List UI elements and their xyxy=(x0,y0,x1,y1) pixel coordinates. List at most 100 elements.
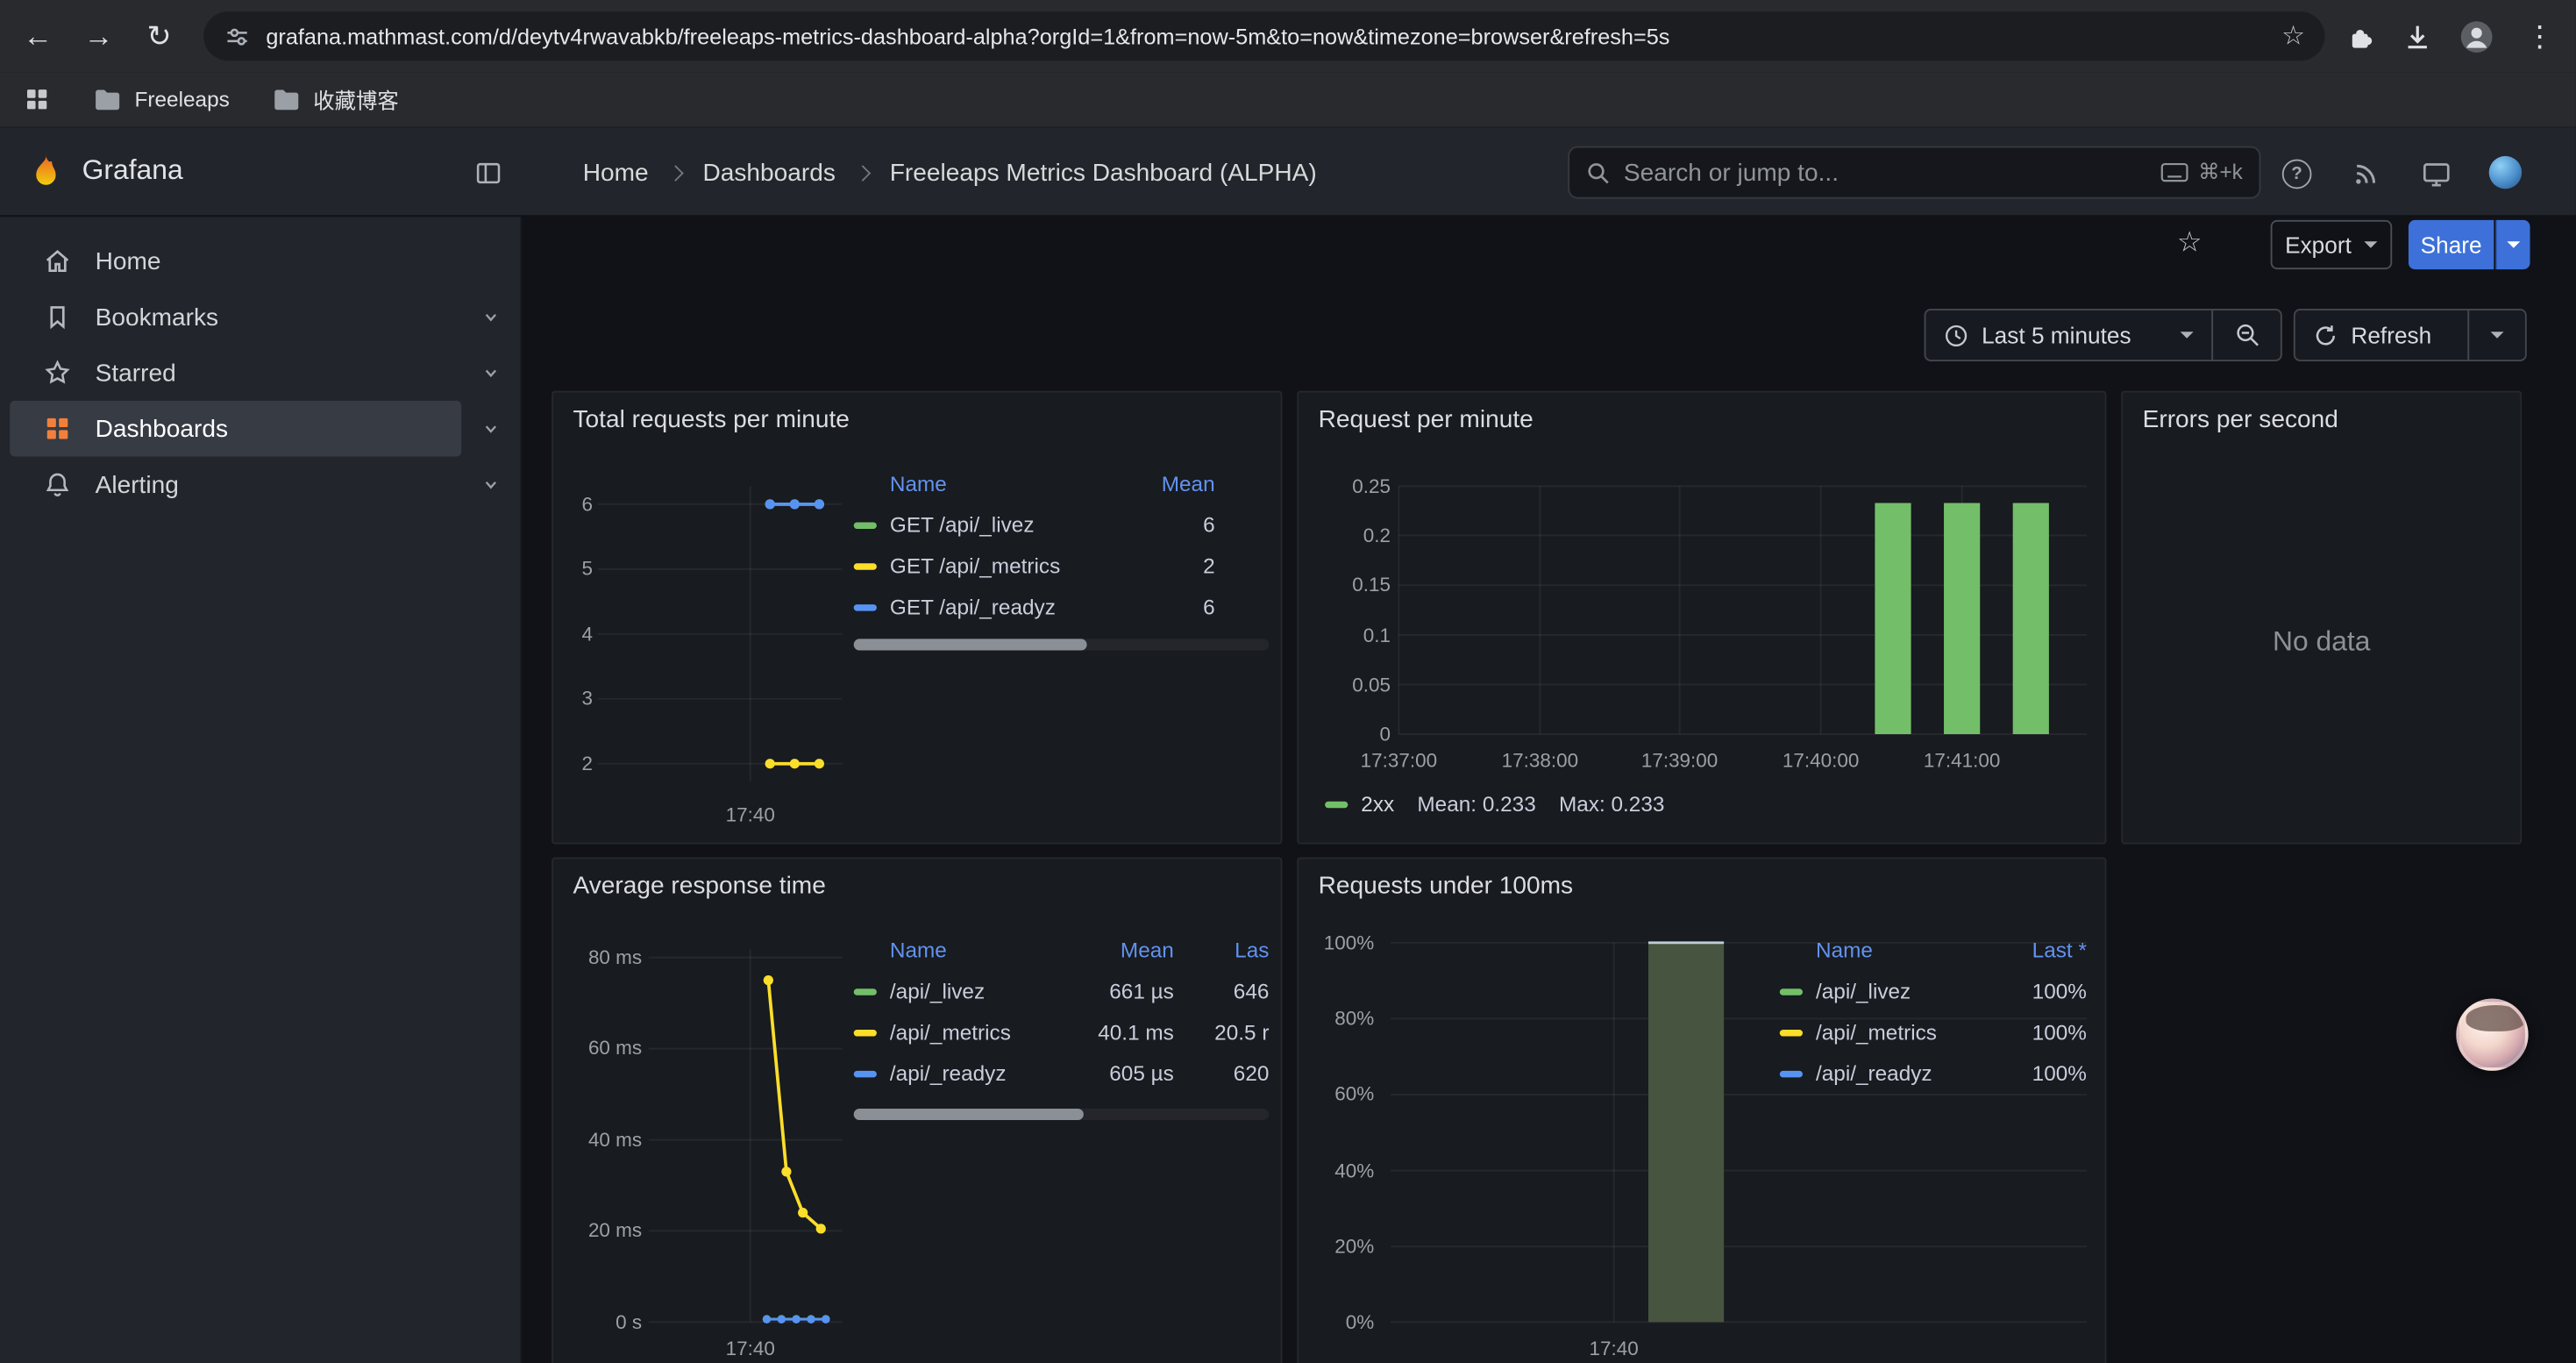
legend-row[interactable]: /api/_readyz 100% xyxy=(1780,1053,2087,1094)
series-name[interactable]: 2xx xyxy=(1361,792,1394,817)
breadcrumb-dashboards[interactable]: Dashboards xyxy=(702,159,835,187)
grafana-logo[interactable] xyxy=(25,151,68,194)
chevron-down-icon[interactable] xyxy=(480,417,502,440)
browser-profile-avatar[interactable] xyxy=(2459,19,2494,54)
series-name[interactable]: /api/_metrics xyxy=(890,1020,1078,1045)
download-icon[interactable] xyxy=(2402,20,2433,52)
export-button[interactable]: Export xyxy=(2271,220,2393,269)
forward-button[interactable]: → xyxy=(75,13,121,59)
monitor-icon[interactable] xyxy=(2422,160,2451,189)
chevron-down-icon[interactable] xyxy=(480,473,502,496)
legend-item[interactable]: 2xx xyxy=(1325,792,1394,817)
y-tick: 2 xyxy=(553,753,593,775)
legend-header-name[interactable]: Name xyxy=(1816,937,2008,961)
sidebar-toggle-icon[interactable] xyxy=(474,160,502,188)
legend-row[interactable]: GET /api/_livez 6 xyxy=(854,504,1270,546)
legend-row[interactable]: /api/_metrics 100% xyxy=(1780,1011,2087,1053)
y-tick: 0 s xyxy=(553,1310,642,1333)
share-label: Share xyxy=(2421,232,2482,258)
grafana-header: Grafana Home Dashboards Freeleaps Metric… xyxy=(0,128,2576,217)
sidebar-item-starred[interactable]: Starred xyxy=(10,345,461,401)
nav-sidebar: Home Bookmarks Starred Dashboards Alerti… xyxy=(0,217,522,1363)
bar-chart xyxy=(1299,393,2104,843)
legend-header-name[interactable]: Name xyxy=(890,470,1149,495)
favorite-dashboard-star-icon[interactable]: ☆ xyxy=(2177,226,2202,259)
refresh-label: Refresh xyxy=(2351,322,2431,348)
series-name[interactable]: GET /api/_livez xyxy=(890,512,1149,537)
legend-header-mean[interactable]: Mean xyxy=(1149,470,1215,495)
site-info-icon[interactable] xyxy=(224,22,252,50)
bell-icon xyxy=(43,470,73,500)
help-icon[interactable]: ? xyxy=(2282,160,2312,189)
legend-mean: Mean: 0.233 xyxy=(1417,792,1535,817)
legend-row[interactable]: /api/_metrics 40.1 ms 20.5 r xyxy=(854,1011,1270,1053)
legend-row[interactable]: /api/_readyz 605 µs 620 xyxy=(854,1053,1270,1094)
browser-menu-button[interactable]: ⋮ xyxy=(2517,13,2563,59)
breadcrumb-home[interactable]: Home xyxy=(583,159,649,187)
bookmark-star-icon[interactable]: ☆ xyxy=(2281,19,2305,52)
series-name[interactable]: /api/_livez xyxy=(1816,979,2008,1003)
legend-row[interactable]: /api/_livez 661 µs 646 xyxy=(854,971,1270,1012)
series-color-dash xyxy=(1325,801,1348,807)
back-button[interactable]: ← xyxy=(15,13,60,59)
sidebar-item-alerting[interactable]: Alerting xyxy=(10,457,461,513)
legend-header-last[interactable]: Last * xyxy=(2008,937,2087,961)
panel-avg-response-time: Average response time 80 ms 60 ms 40 ms … xyxy=(551,857,1282,1363)
sidebar-item-dashboards[interactable]: Dashboards xyxy=(10,401,461,457)
legend-row[interactable]: GET /api/_readyz 6 xyxy=(854,586,1270,627)
y-tick: 100% xyxy=(1299,931,1374,954)
panel-errors-per-second: Errors per second No data xyxy=(2121,391,2522,845)
series-name[interactable]: /api/_metrics xyxy=(1816,1020,2008,1045)
rss-icon[interactable] xyxy=(2351,160,2380,189)
chevron-down-icon[interactable] xyxy=(480,305,502,328)
y-tick: 0.05 xyxy=(1299,674,1391,696)
y-tick: 0.2 xyxy=(1299,524,1391,546)
brand-title: Grafana xyxy=(82,154,183,187)
forward-icon: → xyxy=(83,19,113,54)
x-tick: 17:40 xyxy=(709,803,792,826)
zoom-out-button[interactable] xyxy=(2211,309,2282,361)
legend: 2xx Mean: 0.233 Max: 0.233 xyxy=(1325,792,1664,817)
series-color-dash xyxy=(1780,988,1803,994)
extensions-icon[interactable] xyxy=(2345,20,2376,52)
x-tick: 17:37:00 xyxy=(1333,749,1464,772)
legend-header-mean[interactable]: Mean xyxy=(1078,937,1174,961)
sidebar-item-bookmarks[interactable]: Bookmarks xyxy=(10,289,461,346)
series-color-dash xyxy=(854,562,877,568)
share-button[interactable]: Share xyxy=(2409,220,2494,269)
legend-row[interactable]: GET /api/_metrics 2 xyxy=(854,546,1270,587)
user-avatar[interactable] xyxy=(2489,156,2522,189)
series-name[interactable]: /api/_readyz xyxy=(1816,1061,2008,1086)
bookmark-folder-freeleaps[interactable]: Freeleaps xyxy=(94,87,230,111)
series-name[interactable]: /api/_livez xyxy=(890,979,1078,1003)
share-dropdown-button[interactable] xyxy=(2495,220,2530,269)
series-mean: 2 xyxy=(1149,553,1215,578)
search-input[interactable]: Search or jump to... ⌘+k xyxy=(1568,146,2260,199)
series-name[interactable]: GET /api/_metrics xyxy=(890,553,1149,578)
series-color-dash xyxy=(1780,1029,1803,1035)
y-tick: 3 xyxy=(553,687,593,710)
x-tick: 17:40 xyxy=(1573,1337,1655,1359)
legend-max: Max: 0.233 xyxy=(1559,792,1664,817)
legend-header-name[interactable]: Name xyxy=(890,937,1078,961)
chevron-down-icon[interactable] xyxy=(480,361,502,384)
legend-row[interactable]: /api/_livez 100% xyxy=(1780,971,2087,1012)
bookmark-folder-blogs[interactable]: 收藏博客 xyxy=(272,83,398,115)
time-range-picker[interactable]: Last 5 minutes xyxy=(1925,309,2214,361)
sidebar-item-home[interactable]: Home xyxy=(10,233,461,289)
refresh-interval-dropdown[interactable] xyxy=(2467,309,2526,361)
reload-button[interactable]: ↻ xyxy=(136,13,181,59)
panel-title[interactable]: Errors per second xyxy=(2143,406,2338,434)
apps-grid-icon[interactable] xyxy=(23,85,51,113)
refresh-button[interactable]: Refresh xyxy=(2294,309,2469,361)
floating-assistant-avatar[interactable] xyxy=(2456,998,2528,1070)
legend-scrollbar[interactable] xyxy=(854,1109,1270,1120)
y-tick: 0.15 xyxy=(1299,574,1391,596)
url-bar[interactable]: grafana.mathmast.com/d/deytv4rwavabkb/fr… xyxy=(203,11,2324,61)
bookmark-icon xyxy=(43,303,73,332)
legend-scrollbar[interactable] xyxy=(854,639,1270,650)
series-name[interactable]: /api/_readyz xyxy=(890,1061,1078,1086)
chevron-down-icon xyxy=(2491,332,2504,338)
series-name[interactable]: GET /api/_readyz xyxy=(890,595,1149,619)
legend-header-last[interactable]: Las xyxy=(1174,937,1270,961)
